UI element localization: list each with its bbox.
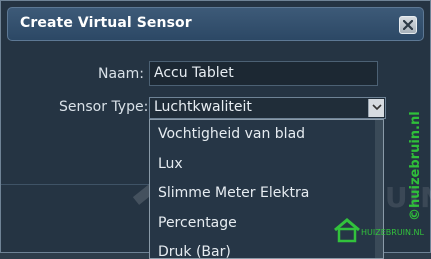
name-input[interactable]: Accu Tablet bbox=[149, 61, 378, 86]
watermark-vertical-text: ©huizebruin.nl bbox=[408, 111, 423, 221]
dialog-title: Create Virtual Sensor bbox=[20, 15, 192, 31]
dropdown-option[interactable]: Vochtigheid van blad bbox=[150, 120, 383, 150]
small-logo-watermark: HUIZEBRUIN.NL bbox=[333, 217, 424, 245]
create-virtual-sensor-dialog: Create Virtual Sensor Naam: Accu Tablet … bbox=[0, 0, 431, 259]
sensor-type-label: Sensor Type: bbox=[59, 99, 149, 115]
close-button[interactable] bbox=[399, 16, 417, 34]
dropdown-arrow-button[interactable] bbox=[368, 99, 384, 117]
sensor-type-select[interactable]: Luchtkwaliteit bbox=[149, 97, 386, 119]
chevron-down-icon bbox=[372, 104, 382, 111]
dropdown-option[interactable]: Lux bbox=[150, 150, 383, 180]
dropdown-option[interactable]: Slimme Meter Elektra bbox=[150, 179, 383, 209]
vertical-watermark: ©huizebruin.nl bbox=[404, 51, 428, 221]
sensor-type-selected-value: Luchtkwaliteit bbox=[154, 99, 252, 115]
dialog-titlebar[interactable]: Create Virtual Sensor bbox=[7, 7, 424, 41]
name-label: Naam: bbox=[98, 66, 144, 82]
house-logo-icon bbox=[334, 218, 360, 243]
watermark-small-text: HUIZEBRUIN.NL bbox=[361, 228, 424, 237]
close-icon bbox=[403, 20, 413, 30]
